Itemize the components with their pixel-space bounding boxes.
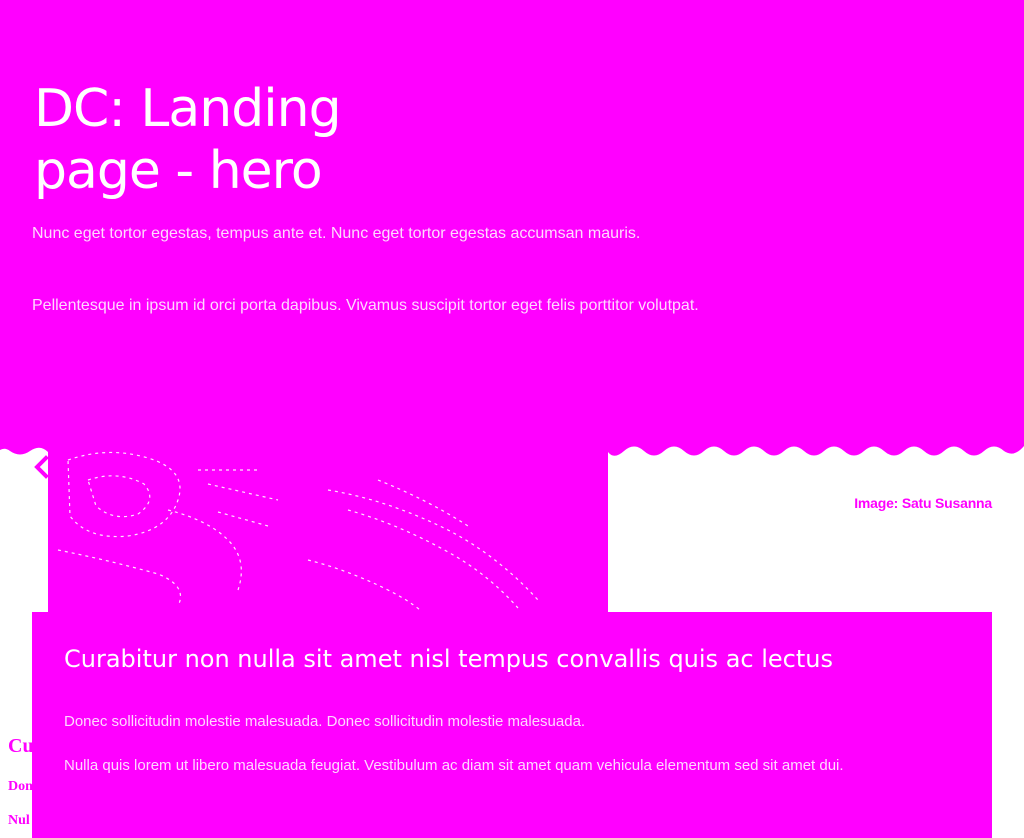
chevron-left-icon[interactable] [30, 454, 56, 480]
partial-text-line: Don [8, 779, 32, 794]
content-card: Curabitur non nulla sit amet nisl tempus… [32, 612, 992, 838]
landing-page: DC: Landing page - hero Nunc eget tortor… [0, 0, 1024, 838]
hero-lead-text: Nunc eget tortor egestas, tempus ante et… [32, 225, 641, 242]
hero-lead-text-secondary: Pellentesque in ipsum id orci porta dapi… [32, 297, 699, 314]
hero-image [48, 440, 608, 612]
hero-section: DC: Landing page - hero Nunc eget tortor… [0, 0, 1024, 470]
partial-heading: Cu [8, 735, 32, 757]
card-paragraph-secondary: Nulla quis lorem ut libero malesuada feu… [64, 757, 844, 774]
image-credit: Image: Satu Susanna [854, 495, 992, 511]
hero-title: DC: Landing page - hero [34, 79, 342, 201]
partial-text-line-secondary: Nul [8, 813, 30, 828]
hero-image-illustration [57, 451, 539, 611]
card-paragraph: Donec sollicitudin molestie malesuada. D… [64, 713, 586, 730]
card-title: Curabitur non nulla sit amet nisl tempus… [64, 645, 833, 673]
